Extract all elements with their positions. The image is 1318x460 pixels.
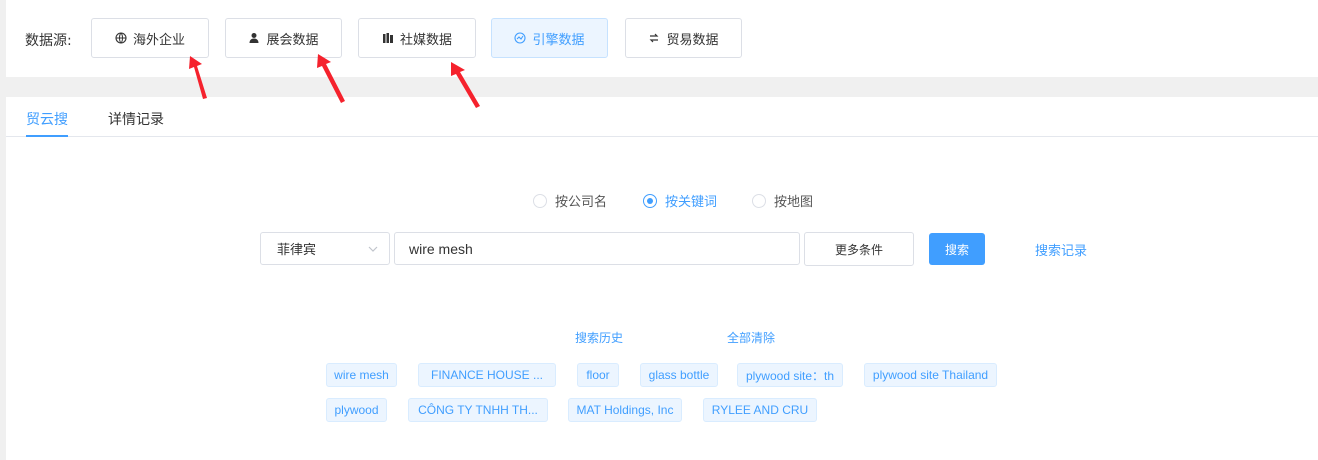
history-chip[interactable]: plywood site Thailand — [864, 363, 997, 387]
clear-all-link[interactable]: 全部清除 — [727, 329, 775, 346]
search-panel: 贸云搜 详情记录 按公司名 按关键词 按地图 菲律宾 更多条件 搜索 搜索记录 … — [6, 97, 1318, 460]
trade-icon — [648, 32, 660, 44]
source-button-label: 贸易数据 — [666, 32, 719, 48]
user-icon — [248, 32, 260, 44]
country-select-value: 菲律宾 — [277, 243, 317, 258]
radio-label: 按地图 — [774, 195, 814, 210]
more-conditions-button[interactable]: 更多条件 — [804, 232, 914, 266]
radio-label: 按公司名 — [555, 195, 608, 210]
source-button-label: 引擎数据 — [532, 32, 585, 48]
history-chip[interactable]: RYLEE AND CRU — [703, 398, 817, 422]
source-button-trade-data[interactable]: 贸易数据 — [625, 18, 742, 58]
source-button-exhibition-data[interactable]: 展会数据 — [225, 18, 342, 58]
source-button-engine-data[interactable]: 引擎数据 — [491, 18, 608, 58]
keyword-input[interactable] — [394, 232, 800, 265]
engine-icon — [514, 32, 527, 44]
country-select[interactable]: 菲律宾 — [260, 232, 390, 265]
search-history-title: 搜索历史 — [575, 331, 624, 345]
data-source-panel: 数据源: 海外企业 展会数据 社媒数据 引擎数据 贸易数据 — [6, 0, 1318, 77]
radio-by-map[interactable]: 按地图 — [752, 191, 813, 210]
search-button[interactable]: 搜索 — [929, 233, 985, 265]
tab-detail-records[interactable]: 详情记录 — [108, 109, 164, 129]
source-button-label: 展会数据 — [266, 32, 319, 48]
books-icon — [382, 32, 394, 44]
radio-by-keyword[interactable]: 按关键词 — [643, 191, 717, 210]
radio-circle[interactable] — [643, 193, 657, 208]
radio-circle[interactable] — [533, 193, 547, 208]
history-chip[interactable]: wire mesh — [326, 363, 397, 387]
tab-divider — [6, 136, 1318, 137]
radio-circle[interactable] — [752, 193, 766, 208]
tab-trade-cloud-search[interactable]: 贸云搜 — [26, 109, 68, 129]
source-button-label: 海外企业 — [132, 32, 185, 48]
search-records-link[interactable]: 搜索记录 — [1035, 240, 1087, 259]
history-chip[interactable]: plywood — [326, 398, 387, 422]
history-chip[interactable]: FINANCE HOUSE ... — [418, 363, 556, 387]
radio-by-company-name[interactable]: 按公司名 — [533, 191, 607, 210]
chevron-down-icon — [367, 243, 379, 259]
history-chip[interactable]: MAT Holdings, Inc — [568, 398, 682, 422]
history-chip[interactable]: plywood site：th — [737, 363, 843, 387]
history-chip[interactable]: glass bottle — [640, 363, 718, 387]
active-tab-indicator — [26, 135, 68, 137]
source-button-label: 社媒数据 — [399, 32, 452, 48]
history-chip[interactable]: CÔNG TY TNHH TH... — [408, 398, 548, 422]
globe-icon — [115, 32, 127, 44]
data-source-label: 数据源: — [25, 33, 72, 49]
source-button-social-data[interactable]: 社媒数据 — [358, 18, 476, 58]
source-button-overseas-companies[interactable]: 海外企业 — [91, 18, 209, 58]
radio-label: 按关键词 — [665, 195, 718, 210]
history-chip[interactable]: floor — [577, 363, 619, 387]
